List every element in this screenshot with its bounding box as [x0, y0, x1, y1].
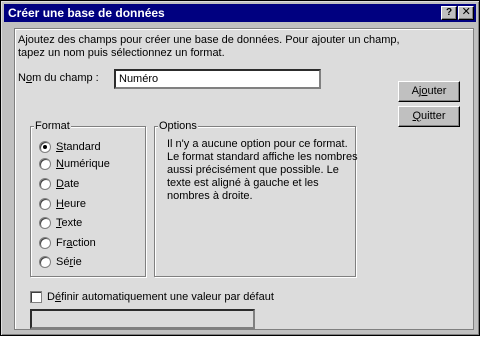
close-button[interactable]: ✕ [458, 6, 474, 20]
radio-fraction[interactable] [39, 237, 51, 249]
help-icon: ? [445, 7, 453, 18]
radio-heure[interactable] [39, 198, 51, 210]
radio-numerique[interactable] [39, 158, 51, 170]
radio-label-heure: Heure [56, 198, 86, 210]
options-description: Il n'y a aucune option pour ce format. L… [167, 138, 358, 203]
radio-serie[interactable] [39, 256, 51, 268]
add-button[interactable]: Ajouter [398, 81, 460, 102]
options-line-3: aussi précisément que possible. Le [167, 164, 339, 176]
intro-text: Ajoutez des champs pour créer une base d… [18, 34, 400, 60]
radio-label-fraction: Fraction [56, 237, 96, 249]
options-line-2: Le format standard affiche les nombres [167, 151, 358, 163]
dialog-title: Créer une base de données [8, 6, 165, 20]
options-line-5: nombres à droite. [167, 190, 253, 202]
field-name-input[interactable] [114, 69, 321, 89]
intro-line-1: Ajoutez des champs pour créer une base d… [18, 34, 400, 46]
radio-texte[interactable] [39, 217, 51, 229]
intro-line-2: tapez un nom puis sélectionnez un format… [18, 47, 225, 59]
help-button[interactable]: ? [441, 6, 457, 20]
radio-label-standard: Standard [56, 141, 101, 153]
options-groupbox: Options Il n'y a aucune option pour ce f… [154, 120, 358, 277]
auto-default-checkbox[interactable] [30, 291, 42, 303]
radio-date[interactable] [39, 178, 51, 190]
default-value-field[interactable] [30, 309, 255, 329]
options-line-1: Il n'y a aucune option pour ce format. [167, 138, 348, 150]
options-legend: Options [158, 120, 198, 133]
auto-default-label: Définir automatiquement une valeur par d… [47, 291, 274, 303]
radio-label-serie: Série [56, 256, 82, 268]
format-legend: Format [34, 120, 71, 133]
title-bar[interactable]: Créer une base de données ? ✕ [4, 4, 476, 22]
radio-label-numerique: Numérique [56, 158, 110, 170]
format-groupbox: Format Standard Numérique Date Heure Tex… [30, 120, 146, 277]
quit-button[interactable]: Quitter [398, 106, 460, 127]
options-line-4: texte est aligné à gauche et les [167, 177, 319, 189]
radio-label-texte: Texte [56, 217, 83, 229]
close-icon: ✕ [461, 6, 471, 19]
field-name-label: Nom du champ : [18, 72, 99, 84]
radio-standard[interactable] [39, 141, 51, 153]
radio-label-date: Date [56, 178, 80, 190]
